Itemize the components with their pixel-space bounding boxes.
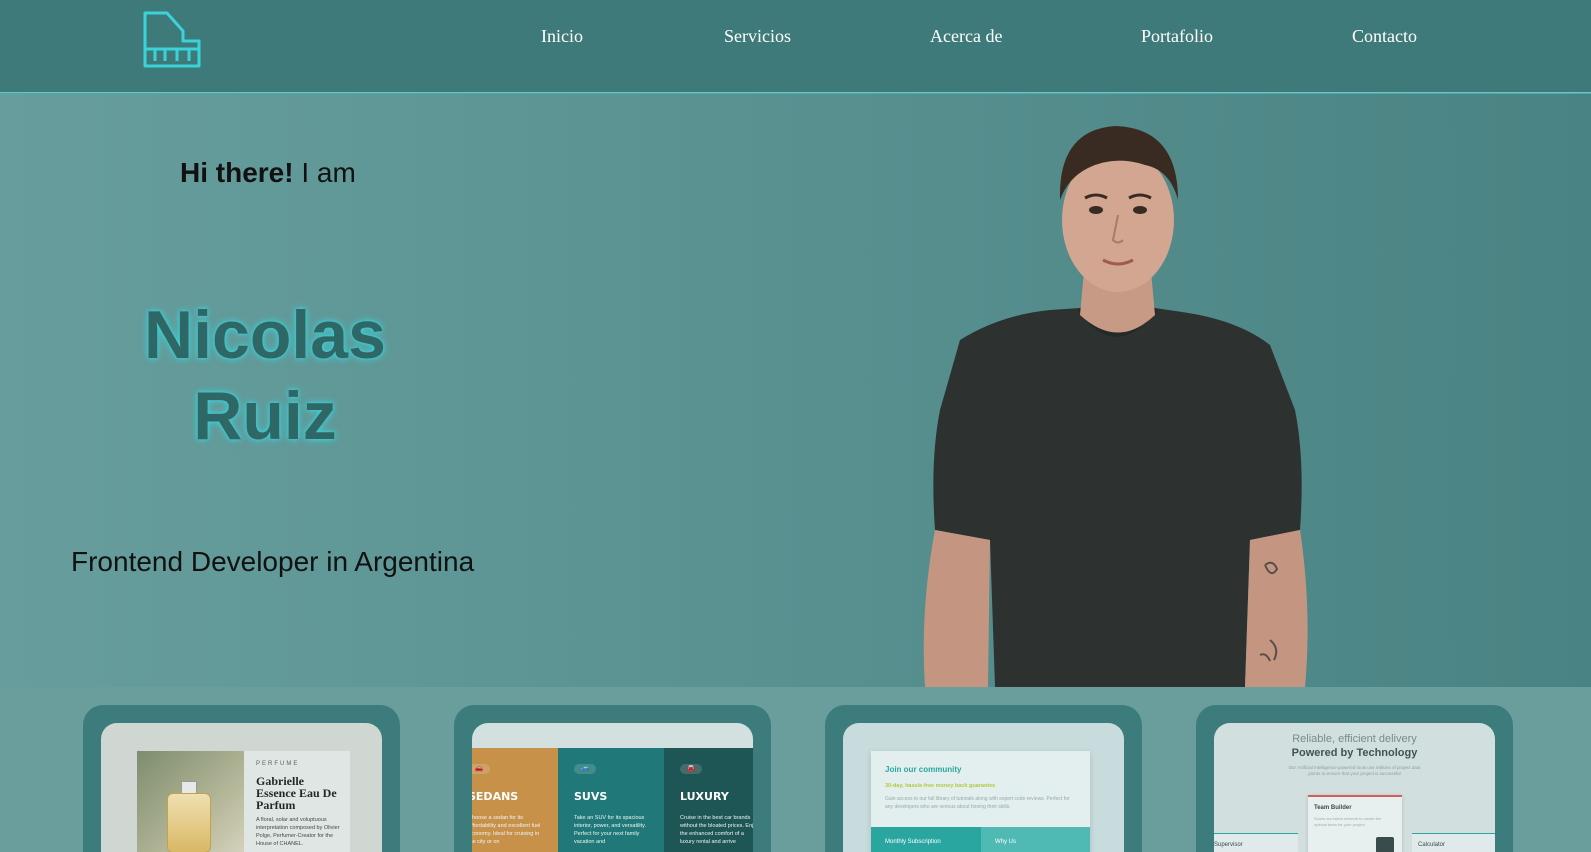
site-header: Inicio Servicios Acerca de Portafolio Co… bbox=[0, 0, 1591, 93]
project-card-community[interactable]: Join our community 30-day, hassle-free m… bbox=[825, 705, 1142, 852]
column-description: Take an SUV for its spacious interior, p… bbox=[574, 815, 647, 845]
community-description: Gain access to our full library of tutor… bbox=[885, 796, 1070, 810]
column-sedans: 🚗 SEDANS Choose a sedan for its affordab… bbox=[472, 748, 558, 852]
team-builder-description: Scans our talent network to create the o… bbox=[1314, 816, 1382, 827]
first-name: Nicolas bbox=[144, 297, 386, 373]
perfume-bottle bbox=[167, 793, 211, 852]
project-card-perfume[interactable]: PERFUME Gabrielle Essence Eau De Parfum … bbox=[83, 705, 400, 852]
hero-subtitle: Frontend Developer in Argentina bbox=[71, 546, 475, 577]
product-kicker: PERFUME bbox=[256, 761, 300, 767]
last-name: Ruiz bbox=[193, 378, 337, 454]
delivery-description: Our Artificial Intelligence powered tool… bbox=[1288, 765, 1421, 776]
team-builder-card: Team Builder Scans our talent network to… bbox=[1308, 795, 1402, 852]
project-preview-perfume: PERFUME Gabrielle Essence Eau De Parfum … bbox=[101, 723, 382, 852]
column-title: SUVS bbox=[574, 790, 608, 803]
piano-icon[interactable] bbox=[143, 11, 201, 68]
luxury-car-icon: 🚘 bbox=[680, 764, 702, 774]
hero-section: Hi there! I am Nicolas Ruiz Frontend Dev… bbox=[0, 94, 1591, 687]
car-icon: 🚗 bbox=[472, 764, 490, 774]
team-builder-title: Team Builder bbox=[1314, 805, 1352, 811]
team-builder-image bbox=[1376, 837, 1394, 852]
project-preview-cars: 🚗 SEDANS Choose a sedan for its affordab… bbox=[472, 723, 753, 852]
calculator-label: Calculator bbox=[1418, 842, 1446, 848]
nav-contacto[interactable]: Contacto bbox=[1352, 26, 1417, 47]
community-title: Join our community bbox=[885, 765, 962, 774]
nav-portafolio[interactable]: Portafolio bbox=[1141, 26, 1213, 47]
portrait-photo bbox=[923, 126, 1308, 687]
nav-servicios[interactable]: Servicios bbox=[724, 26, 791, 47]
why-us-panel: Why Us bbox=[981, 827, 1090, 852]
project-preview-delivery: Reliable, efficient delivery Powered by … bbox=[1214, 723, 1495, 852]
supervisor-label: Supervisor bbox=[1214, 842, 1243, 848]
product-description: A floral, solar and voluptuous interpret… bbox=[256, 817, 340, 847]
project-preview-community: Join our community 30-day, hassle-free m… bbox=[843, 723, 1124, 852]
column-title: LUXURY bbox=[680, 790, 729, 803]
column-description: Cruise in the best car brands without th… bbox=[680, 815, 753, 845]
project-card-cars[interactable]: 🚗 SEDANS Choose a sedan for its affordab… bbox=[454, 705, 771, 852]
community-panel: Join our community 30-day, hassle-free m… bbox=[871, 751, 1090, 852]
column-suvs: 🚙 SUVS Take an SUV for its spacious inte… bbox=[558, 748, 664, 852]
suv-icon: 🚙 bbox=[574, 764, 596, 774]
greeting-bold: Hi there! bbox=[180, 157, 294, 188]
project-card-delivery[interactable]: Reliable, efficient delivery Powered by … bbox=[1196, 705, 1513, 852]
community-subtitle: 30-day, hassle-free money back guarantee bbox=[885, 783, 996, 789]
greeting: Hi there! I am bbox=[180, 157, 356, 189]
column-title: SEDANS bbox=[472, 790, 519, 803]
projects-section: PERFUME Gabrielle Essence Eau De Parfum … bbox=[0, 687, 1591, 852]
why-us-label: Why Us bbox=[995, 839, 1016, 845]
column-luxury: 🚘 LUXURY Cruise in the best car brands w… bbox=[664, 748, 753, 852]
delivery-title-bold: Powered by Technology bbox=[1291, 747, 1418, 759]
delivery-title-light: Reliable, efficient delivery bbox=[1292, 733, 1417, 745]
greeting-rest: I am bbox=[293, 157, 356, 188]
supervisor-card: Supervisor bbox=[1214, 833, 1298, 852]
subscription-label: Monthly Subscription bbox=[885, 839, 941, 845]
subscription-panel: Monthly Subscription bbox=[871, 827, 981, 852]
column-description: Choose a sedan for its affordability and… bbox=[472, 815, 541, 845]
product-title: Gabrielle Essence Eau De Parfum bbox=[256, 774, 337, 812]
nav-acerca-de[interactable]: Acerca de bbox=[930, 26, 1002, 47]
nav-inicio[interactable]: Inicio bbox=[541, 26, 583, 47]
calculator-card: Calculator bbox=[1412, 833, 1495, 852]
